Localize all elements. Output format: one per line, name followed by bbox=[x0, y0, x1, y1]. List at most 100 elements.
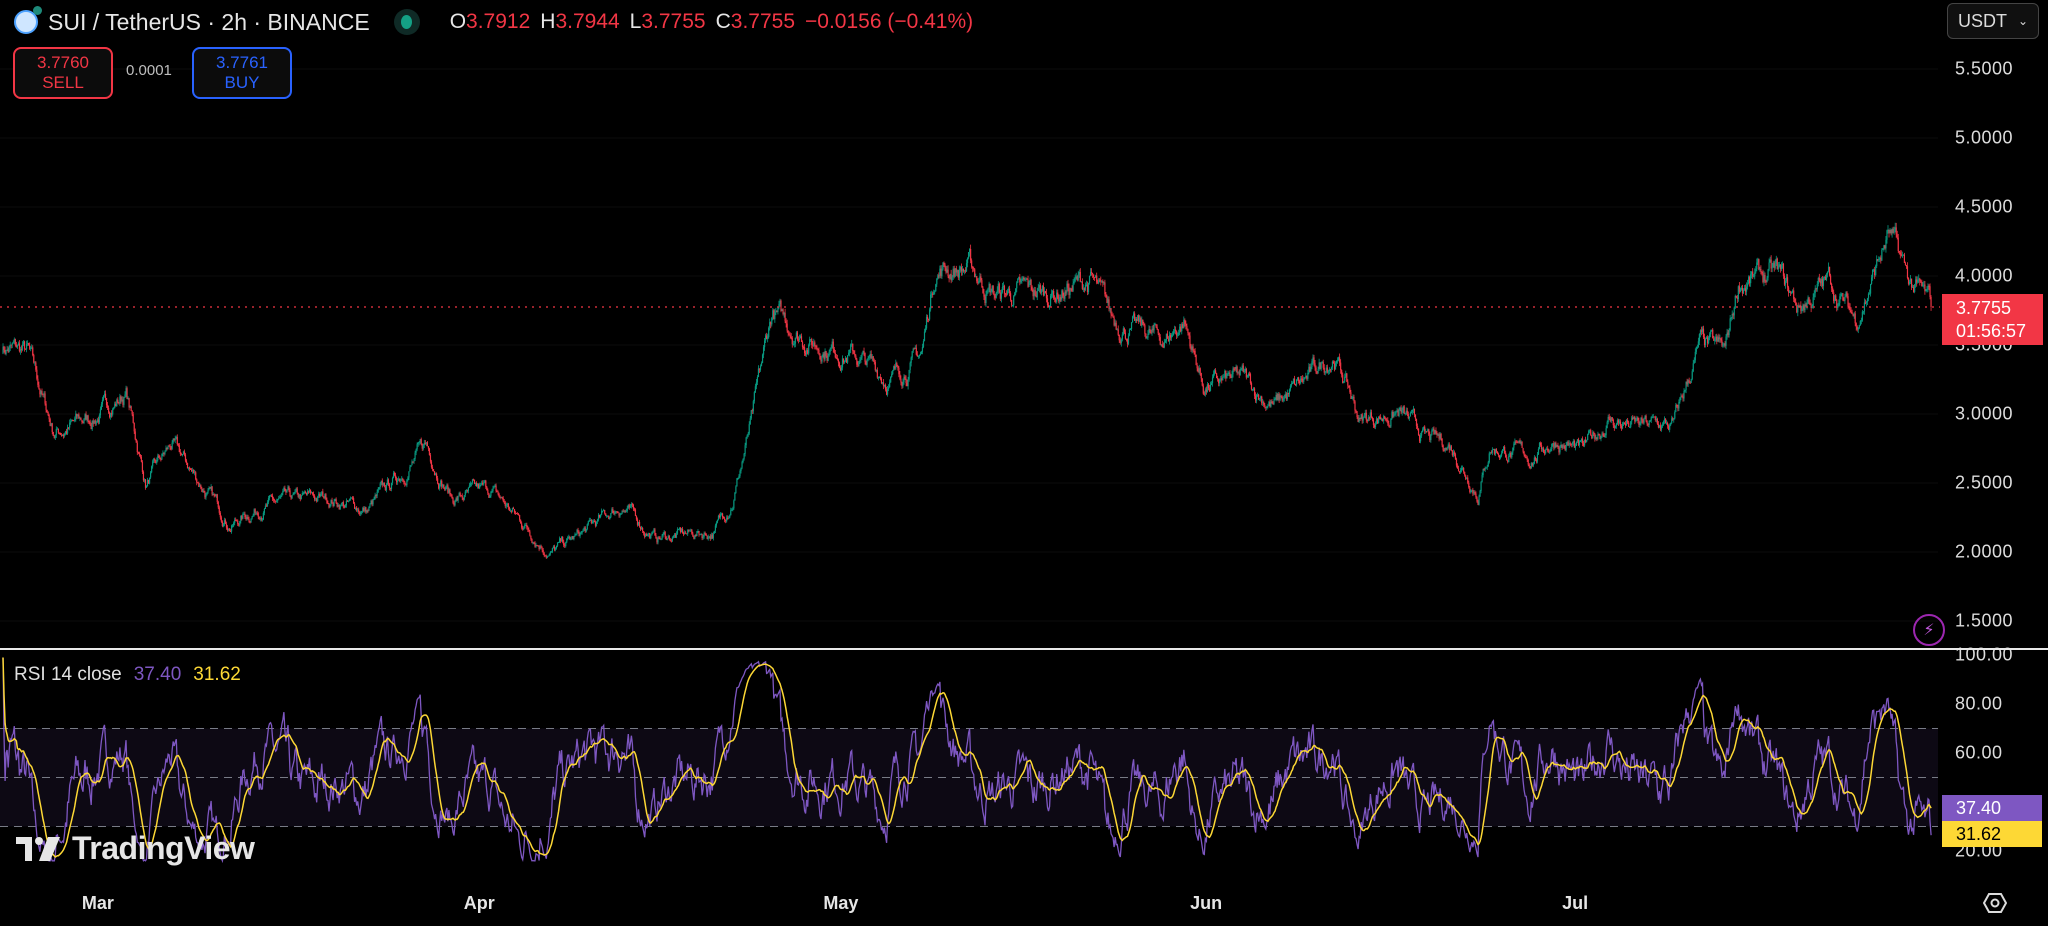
candle-body bbox=[572, 536, 574, 540]
candle-body bbox=[901, 382, 903, 387]
candle-body bbox=[106, 405, 109, 408]
candle-body bbox=[1149, 329, 1151, 333]
candle-body bbox=[163, 452, 165, 454]
candle-body bbox=[1687, 380, 1689, 385]
candle-body bbox=[784, 312, 786, 322]
candle-body bbox=[606, 515, 608, 517]
candle-body bbox=[1084, 285, 1087, 290]
candle-body bbox=[1400, 407, 1402, 413]
candle-body bbox=[918, 354, 920, 357]
candle-body bbox=[878, 377, 880, 379]
candle-body bbox=[545, 555, 547, 558]
candle-body bbox=[247, 516, 249, 520]
pane-separator[interactable] bbox=[0, 648, 2048, 650]
candle-body bbox=[1119, 340, 1121, 343]
candle-body bbox=[78, 414, 80, 419]
candle-body bbox=[274, 500, 276, 502]
candle-body bbox=[264, 505, 267, 509]
candle-body bbox=[1735, 295, 1737, 298]
candle-body bbox=[709, 536, 711, 539]
candle-body bbox=[1662, 421, 1665, 425]
candle-body bbox=[628, 505, 630, 508]
candle-body bbox=[221, 521, 223, 527]
candle-body bbox=[523, 528, 525, 530]
candle-body bbox=[210, 486, 212, 489]
candle-body bbox=[1904, 262, 1907, 266]
candle-body bbox=[1133, 313, 1135, 317]
candle-body bbox=[82, 422, 84, 424]
lightning-icon[interactable]: ⚡︎ bbox=[1913, 614, 1945, 646]
price-axis-label: 2.5000 bbox=[1955, 472, 2014, 493]
candle-body bbox=[1289, 385, 1292, 390]
candle-body bbox=[894, 366, 896, 369]
candle-body bbox=[1600, 436, 1602, 439]
candle-body bbox=[1901, 255, 1903, 257]
candle-body bbox=[992, 286, 994, 294]
candle-body bbox=[318, 493, 320, 497]
candle-body bbox=[1123, 328, 1125, 333]
candle-body bbox=[611, 509, 613, 514]
candle-body bbox=[160, 459, 162, 461]
candle-body bbox=[1640, 417, 1642, 423]
candle-body bbox=[1439, 433, 1441, 439]
candle-body bbox=[588, 520, 590, 522]
candle-body bbox=[1767, 269, 1769, 278]
candle-body bbox=[850, 344, 852, 350]
candle-body bbox=[1126, 338, 1129, 344]
candle-body bbox=[1470, 490, 1472, 493]
candle-body bbox=[1224, 370, 1226, 377]
candle-body bbox=[1420, 435, 1422, 442]
candle-body bbox=[1159, 337, 1161, 345]
chart-settings-icon[interactable] bbox=[1983, 892, 2007, 914]
candle-body bbox=[537, 545, 539, 547]
candle-body bbox=[601, 510, 603, 515]
candle-body bbox=[233, 523, 235, 526]
candle-body bbox=[579, 533, 581, 537]
candle-body bbox=[1141, 319, 1143, 326]
candle-body bbox=[711, 534, 713, 539]
candle-body bbox=[1546, 448, 1548, 450]
candle-body bbox=[48, 415, 50, 420]
candle-body bbox=[219, 512, 221, 518]
candle-body bbox=[580, 532, 582, 534]
candle-body bbox=[1227, 372, 1229, 375]
candle-body bbox=[1857, 327, 1859, 330]
candle-body bbox=[1055, 298, 1057, 302]
candle-body bbox=[1178, 332, 1180, 335]
candle-body bbox=[217, 501, 219, 508]
candle-body bbox=[62, 434, 65, 436]
candle-body bbox=[831, 341, 833, 348]
candle-body bbox=[1585, 439, 1587, 442]
candle-body bbox=[46, 409, 48, 413]
candle-body bbox=[801, 341, 804, 348]
currency-select[interactable]: USDT ⌄ bbox=[1947, 3, 2039, 39]
candle-body bbox=[1698, 334, 1700, 342]
candle-body bbox=[388, 484, 391, 488]
candle-body bbox=[1189, 335, 1191, 347]
candle-body bbox=[279, 497, 281, 499]
sell-button[interactable]: 3.7760 SELL bbox=[13, 47, 113, 99]
tradingview-logo[interactable]: TradingView bbox=[16, 830, 255, 867]
candle-body bbox=[1573, 440, 1575, 448]
candle-body bbox=[1771, 267, 1773, 269]
candle-body bbox=[422, 445, 424, 449]
price-chart[interactable] bbox=[0, 0, 2048, 926]
candle-body bbox=[1571, 442, 1573, 445]
candle-body bbox=[542, 550, 544, 554]
buy-button[interactable]: 3.7761 BUY bbox=[192, 47, 292, 99]
candle-body bbox=[1535, 459, 1538, 462]
candle-body bbox=[1913, 286, 1915, 292]
candle-body bbox=[1105, 294, 1107, 298]
price-axis-label: 3.0000 bbox=[1955, 403, 2014, 424]
candle-body bbox=[278, 497, 280, 499]
candle-body bbox=[1339, 357, 1341, 363]
candle-body bbox=[1909, 278, 1912, 282]
candle-body bbox=[873, 360, 875, 362]
symbol-title[interactable]: SUI / TetherUS · 2h · BINANCE bbox=[48, 9, 370, 36]
candle-body bbox=[1897, 237, 1899, 252]
candle-body bbox=[50, 423, 52, 426]
candle-body bbox=[1917, 279, 1919, 283]
candle-body bbox=[1061, 290, 1063, 300]
candle-body bbox=[1649, 420, 1651, 422]
market-open-status-icon[interactable] bbox=[393, 9, 420, 35]
